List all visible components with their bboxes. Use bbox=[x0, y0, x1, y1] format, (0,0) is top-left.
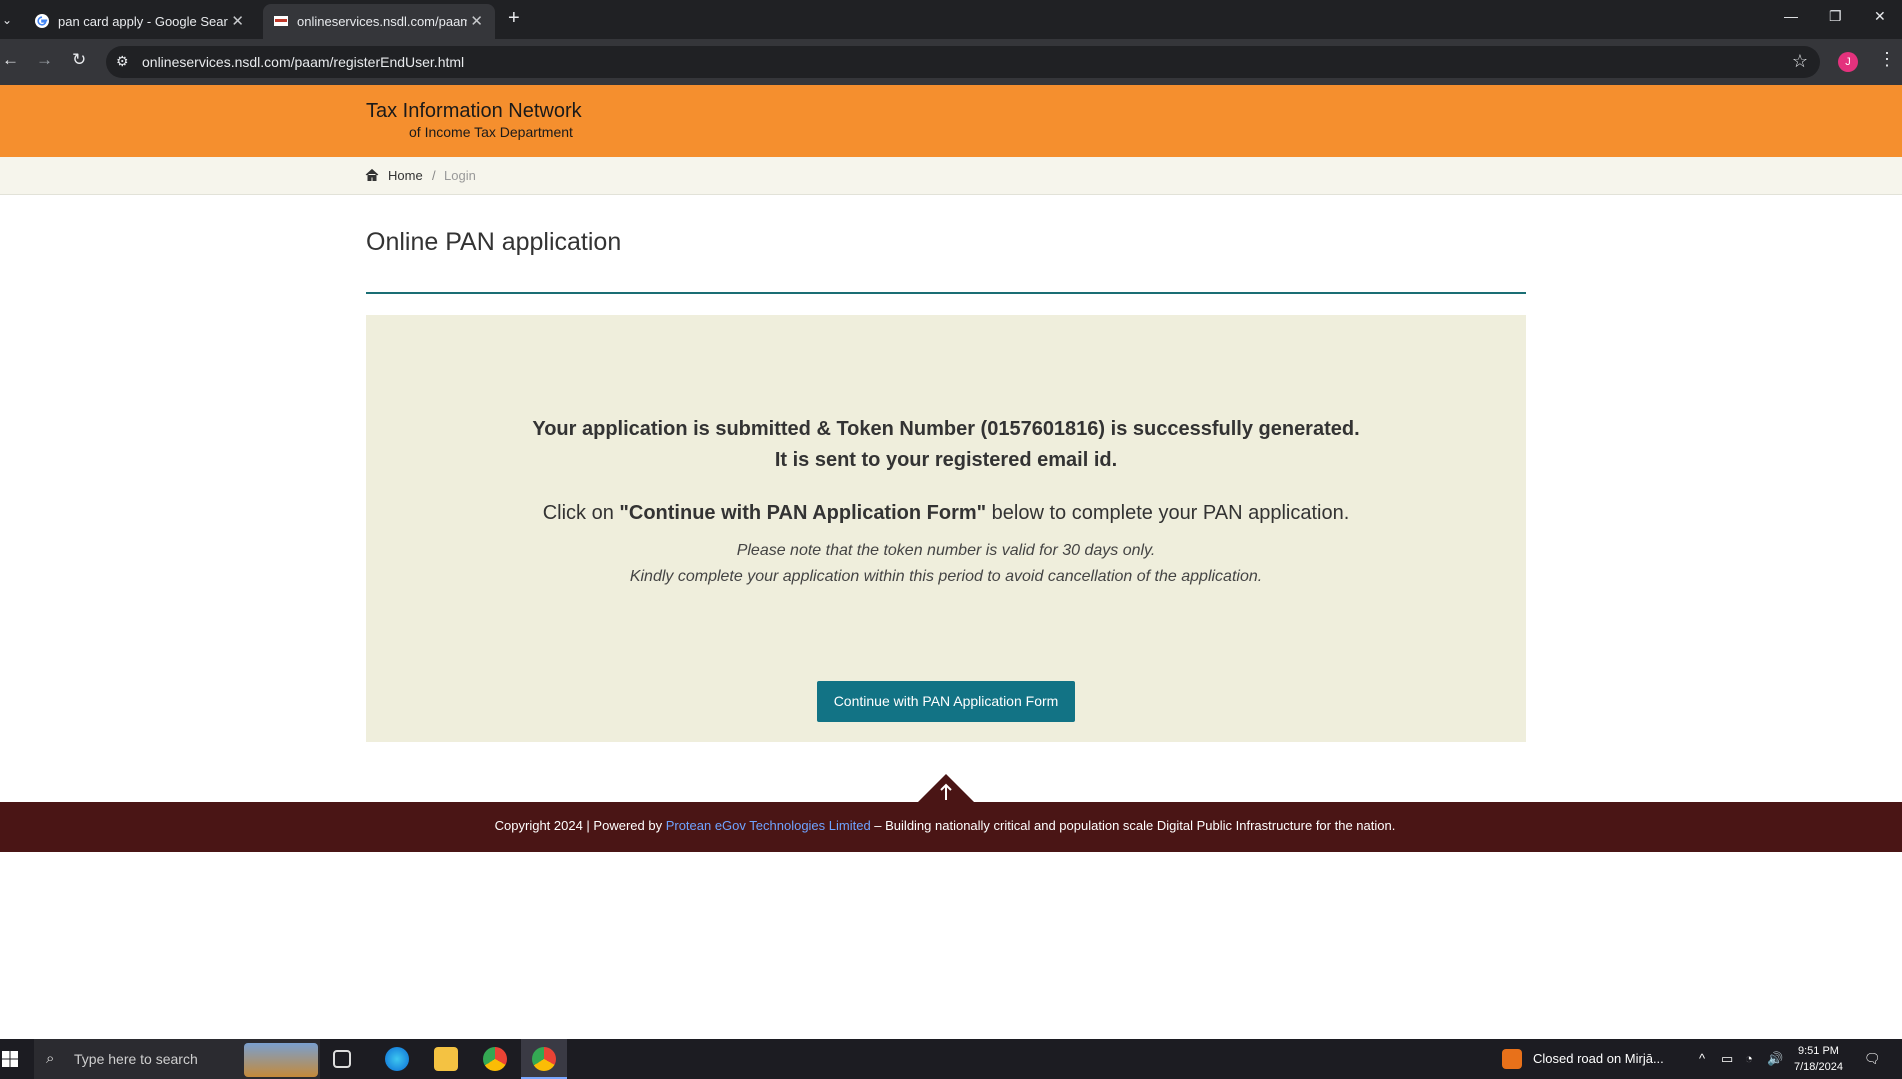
page-title: Online PAN application bbox=[366, 228, 622, 256]
brand-subtitle: of Income Tax Department bbox=[409, 124, 573, 140]
footer: Copyright 2024 | Powered by Protean eGov… bbox=[0, 802, 1902, 852]
browser-menu-icon[interactable]: ⋮ bbox=[1878, 49, 1896, 70]
address-bar[interactable]: ⚙ onlineservices.nsdl.com/paam/registerE… bbox=[106, 46, 1820, 78]
instruction-bold: "Continue with PAN Application Form" bbox=[619, 502, 987, 524]
network-icon[interactable]: ◔ bbox=[1745, 1051, 1753, 1066]
breadcrumb: Home / Login bbox=[0, 157, 1902, 195]
instruction-prefix: Click on bbox=[542, 502, 620, 524]
notification-center-icon[interactable]: 🗨 bbox=[1864, 1051, 1881, 1067]
chrome-active-taskbar-item[interactable] bbox=[521, 1039, 567, 1079]
back-icon[interactable]: ← bbox=[2, 50, 19, 70]
continue-application-button[interactable]: Continue with PAN Application Form bbox=[817, 681, 1075, 722]
reload-icon[interactable]: ↻ bbox=[72, 50, 86, 70]
task-view-icon[interactable] bbox=[333, 1050, 351, 1068]
volume-icon[interactable]: 🔊 bbox=[1767, 1051, 1783, 1067]
tab-title: pan card apply - Google Search bbox=[58, 14, 228, 29]
nsdl-favicon-icon bbox=[274, 16, 288, 26]
scroll-to-top-icon[interactable] bbox=[916, 774, 976, 804]
windows-taskbar: ⌕ Type here to search Closed road on Mir… bbox=[0, 1039, 1902, 1079]
taskbar-search-box[interactable]: ⌕ Type here to search bbox=[34, 1039, 320, 1079]
search-icon: ⌕ bbox=[46, 1050, 55, 1067]
file-explorer-icon[interactable] bbox=[434, 1047, 458, 1071]
minimize-icon[interactable]: — bbox=[1784, 8, 1798, 24]
restore-icon[interactable]: ❐ bbox=[1829, 8, 1842, 25]
traffic-alert-icon[interactable] bbox=[1502, 1049, 1522, 1069]
footer-tagline: – Building nationally critical and popul… bbox=[870, 818, 1396, 833]
forward-icon[interactable]: → bbox=[36, 50, 53, 70]
protean-link[interactable]: Protean eGov Technologies Limited bbox=[666, 818, 871, 833]
taskbar-search-placeholder: Type here to search bbox=[74, 1051, 198, 1067]
close-tab-icon[interactable]: ✕ bbox=[470, 12, 483, 30]
breadcrumb-separator: / bbox=[432, 168, 436, 183]
site-info-icon[interactable]: ⚙ bbox=[116, 53, 129, 70]
tab-search-icon[interactable]: ⌄ bbox=[0, 8, 14, 32]
clock-date: 7/18/2024 bbox=[1794, 1061, 1843, 1073]
browser-tab-strip: ⌄ pan card apply - Google Search ✕ onlin… bbox=[0, 0, 1902, 39]
site-header: Tax Information Network of Income Tax De… bbox=[0, 85, 1902, 157]
token-validity-note: Please note that the token number is val… bbox=[736, 542, 1156, 559]
chrome-icon[interactable] bbox=[483, 1047, 507, 1071]
home-icon bbox=[365, 168, 379, 181]
breadcrumb-current: Login bbox=[444, 168, 476, 183]
windows-start-icon[interactable] bbox=[2, 1051, 18, 1067]
url-text[interactable]: onlineservices.nsdl.com/paam/registerEnd… bbox=[142, 54, 464, 70]
breadcrumb-home-link[interactable]: Home bbox=[388, 168, 423, 183]
bookmark-star-icon[interactable]: ☆ bbox=[1792, 51, 1808, 72]
email-sent-message: It is sent to your registered email id. bbox=[774, 449, 1118, 471]
meet-now-icon[interactable]: ▭ bbox=[1721, 1051, 1733, 1067]
new-tab-icon[interactable]: + bbox=[508, 7, 520, 30]
profile-avatar[interactable]: J bbox=[1838, 52, 1858, 72]
close-tab-icon[interactable]: ✕ bbox=[231, 12, 244, 30]
edge-browser-icon[interactable] bbox=[385, 1047, 409, 1071]
tab-google-search[interactable]: pan card apply - Google Search ✕ bbox=[24, 4, 256, 39]
tab-nsdl[interactable]: onlineservices.nsdl.com/paam/r ✕ bbox=[263, 4, 495, 39]
clock-time: 9:51 PM bbox=[1797, 1045, 1839, 1057]
google-favicon-icon bbox=[35, 14, 49, 28]
close-window-icon[interactable]: ✕ bbox=[1874, 8, 1886, 25]
success-message: Your application is submitted & Token Nu… bbox=[532, 418, 1360, 440]
chevron-up-icon[interactable]: ^ bbox=[1699, 1051, 1705, 1066]
system-clock[interactable]: 9:51 PM 7/18/2024 bbox=[1794, 1043, 1843, 1075]
chrome-icon bbox=[532, 1047, 556, 1071]
browser-toolbar: ← → ↻ ⚙ onlineservices.nsdl.com/paam/reg… bbox=[0, 39, 1902, 85]
confirmation-panel: Your application is submitted & Token Nu… bbox=[366, 315, 1526, 742]
footer-text: Copyright 2024 | Powered by Protean eGov… bbox=[0, 818, 1890, 833]
footer-copyright: Copyright 2024 | Powered by bbox=[494, 818, 666, 833]
cancellation-note: Kindly complete your application within … bbox=[629, 568, 1263, 585]
news-notification[interactable]: Closed road on Mirjā... bbox=[1533, 1051, 1664, 1066]
instruction-suffix: below to complete your PAN application. bbox=[986, 502, 1350, 524]
search-highlight-image bbox=[244, 1043, 318, 1077]
instruction-text: Click on "Continue with PAN Application … bbox=[366, 502, 1526, 525]
tab-title: onlineservices.nsdl.com/paam/r bbox=[297, 14, 467, 29]
title-divider bbox=[366, 292, 1526, 294]
brand-title: Tax Information Network bbox=[366, 100, 582, 122]
